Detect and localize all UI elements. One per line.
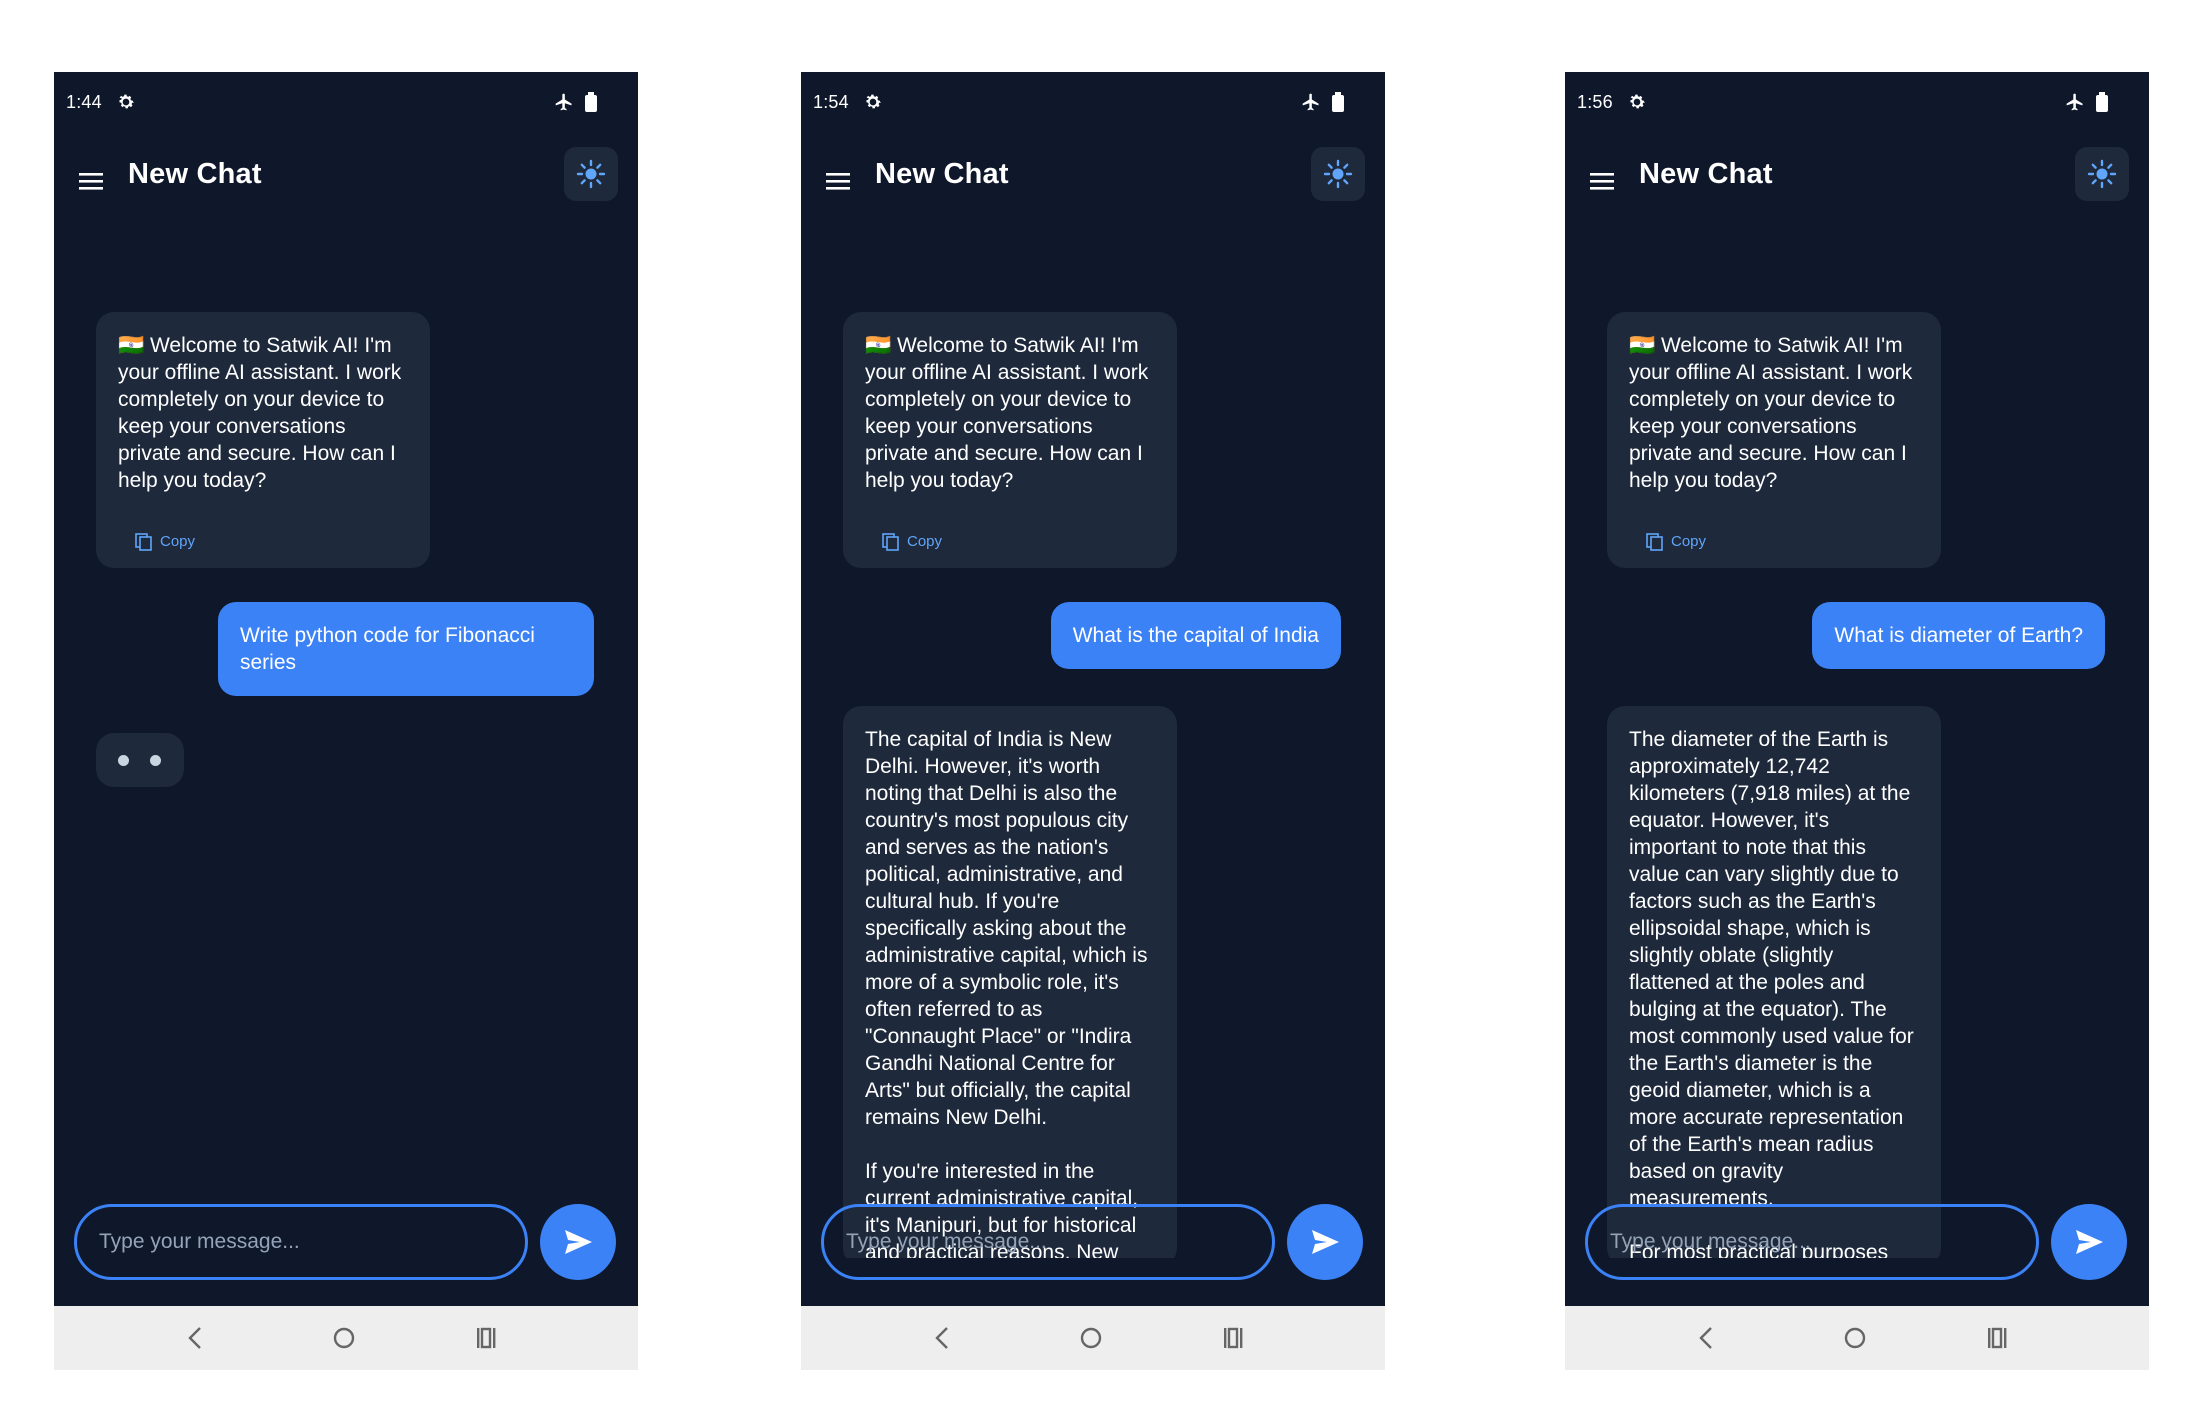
menu-icon[interactable] — [76, 166, 106, 196]
system-nav-bar — [801, 1306, 1385, 1370]
battery-icon — [1332, 92, 1344, 112]
gear-icon — [1630, 94, 1645, 109]
back-icon[interactable] — [927, 1322, 959, 1354]
send-icon — [1312, 1230, 1339, 1254]
typing-indicator — [96, 733, 184, 787]
recents-icon[interactable] — [1217, 1322, 1249, 1354]
status-time: 1:44 — [66, 92, 102, 112]
copy-label: Copy — [160, 533, 196, 550]
home-icon[interactable] — [1075, 1322, 1107, 1354]
sun-icon — [1323, 159, 1353, 189]
phone-screen-3: 1:56 New Chat 🇮🇳 Welcome to Satwik AI! I… — [1565, 72, 2149, 1370]
bot-message: The capital of India is New Delhi. Howev… — [843, 706, 1177, 1258]
composer — [54, 1204, 638, 1284]
recents-icon[interactable] — [470, 1322, 502, 1354]
chat-area[interactable]: 🇮🇳 Welcome to Satwik AI! I'm your offlin… — [1565, 240, 2149, 1258]
welcome-message: 🇮🇳 Welcome to Satwik AI! I'm your offlin… — [1607, 312, 1941, 568]
copy-button[interactable]: Copy — [881, 528, 942, 555]
phone-screen-2: 1:54 New Chat 🇮🇳 Welcome to Satwik AI! I… — [801, 72, 1385, 1370]
status-bar: 1:44 — [54, 72, 638, 132]
chat-area[interactable]: 🇮🇳 Welcome to Satwik AI! I'm your offlin… — [54, 240, 638, 1258]
sun-icon — [2087, 159, 2117, 189]
message-input[interactable] — [821, 1204, 1275, 1280]
theme-toggle-button[interactable] — [564, 147, 618, 201]
page-title: New Chat — [128, 158, 262, 190]
status-bar: 1:56 — [1565, 72, 2149, 132]
user-message-text: What is the capital of India — [1072, 624, 1319, 647]
theme-toggle-button[interactable] — [2075, 147, 2129, 201]
typing-dot — [118, 755, 129, 766]
battery-icon — [2096, 92, 2108, 112]
user-message: Write python code for Fibonacci series — [218, 602, 594, 696]
airplane-icon — [1302, 93, 1319, 111]
status-bar: 1:54 — [801, 72, 1385, 132]
theme-toggle-button[interactable] — [1311, 147, 1365, 201]
back-icon[interactable] — [1691, 1322, 1723, 1354]
composer — [1565, 1204, 2149, 1284]
send-icon — [2076, 1230, 2103, 1254]
home-icon[interactable] — [1839, 1322, 1871, 1354]
bot-message: The diameter of the Earth is approximate… — [1607, 706, 1941, 1258]
user-message: What is diameter of Earth? — [1812, 602, 2105, 669]
sun-icon — [576, 159, 606, 189]
menu-icon[interactable] — [1587, 166, 1617, 196]
send-button[interactable] — [1287, 1204, 1363, 1280]
gear-icon — [866, 94, 881, 109]
typing-dot — [150, 755, 161, 766]
phone-screen-1: 1:44 New Chat 🇮🇳 Welcome to Satwik AI! I… — [54, 72, 638, 1370]
message-input[interactable] — [1585, 1204, 2039, 1280]
message-input[interactable] — [74, 1204, 528, 1280]
recents-icon[interactable] — [1981, 1322, 2013, 1354]
system-nav-bar — [54, 1306, 638, 1370]
welcome-text: 🇮🇳 Welcome to Satwik AI! I'm your offlin… — [865, 334, 1149, 492]
back-icon[interactable] — [180, 1322, 212, 1354]
user-message-text: Write python code for Fibonacci series — [240, 624, 535, 674]
airplane-icon — [555, 93, 572, 111]
user-message-text: What is diameter of Earth? — [1834, 624, 2083, 647]
copy-button[interactable]: Copy — [134, 528, 195, 555]
copy-label: Copy — [1671, 533, 1707, 550]
bot-message-paragraph: The diameter of the Earth is approximate… — [1629, 728, 1914, 1210]
send-button[interactable] — [540, 1204, 616, 1280]
chat-area[interactable]: 🇮🇳 Welcome to Satwik AI! I'm your offlin… — [801, 240, 1385, 1258]
airplane-icon — [2066, 93, 2083, 111]
user-message: What is the capital of India — [1050, 602, 1341, 669]
system-nav-bar — [1565, 1306, 2149, 1370]
copy-icon — [1646, 532, 1663, 551]
copy-icon — [882, 532, 899, 551]
copy-label: Copy — [907, 533, 943, 550]
composer — [801, 1204, 1385, 1284]
welcome-text: 🇮🇳 Welcome to Satwik AI! I'm your offlin… — [1629, 334, 1913, 492]
battery-icon — [585, 92, 597, 112]
status-time: 1:56 — [1577, 92, 1613, 112]
welcome-message: 🇮🇳 Welcome to Satwik AI! I'm your offlin… — [843, 312, 1177, 568]
bot-message-paragraph: The capital of India is New Delhi. Howev… — [865, 728, 1148, 1129]
send-button[interactable] — [2051, 1204, 2127, 1280]
status-time: 1:54 — [813, 92, 849, 112]
copy-button[interactable]: Copy — [1645, 528, 1706, 555]
welcome-message: 🇮🇳 Welcome to Satwik AI! I'm your offlin… — [96, 312, 430, 568]
send-icon — [565, 1230, 592, 1254]
gear-icon — [119, 94, 134, 109]
page-title: New Chat — [1639, 158, 1773, 190]
page-title: New Chat — [875, 158, 1009, 190]
menu-icon[interactable] — [823, 166, 853, 196]
welcome-text: 🇮🇳 Welcome to Satwik AI! I'm your offlin… — [118, 334, 402, 492]
copy-icon — [135, 532, 152, 551]
home-icon[interactable] — [328, 1322, 360, 1354]
